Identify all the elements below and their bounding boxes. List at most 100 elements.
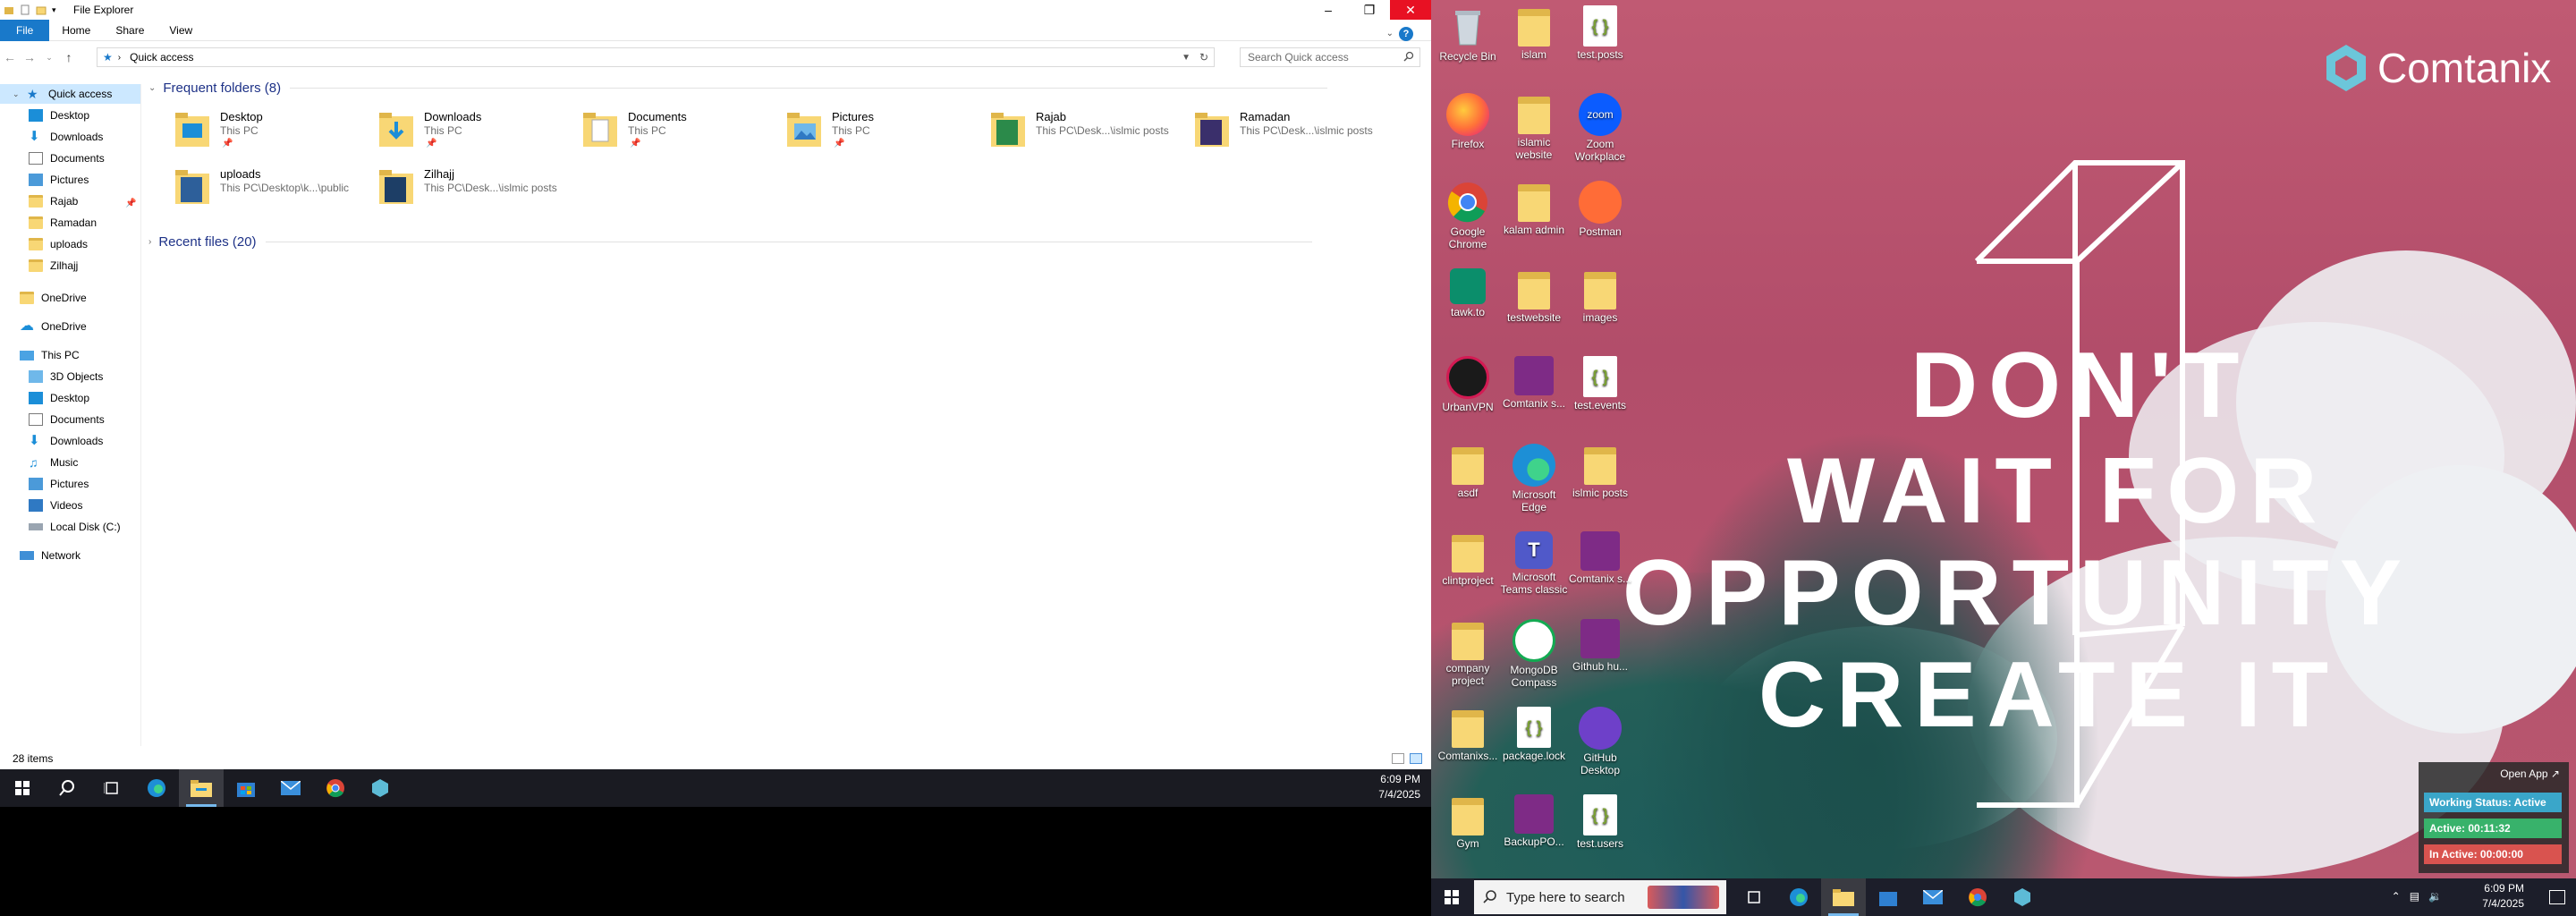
notification-icon[interactable] (2549, 890, 2565, 904)
desktop-icon-islmic-posts[interactable]: islmic posts (1565, 444, 1635, 499)
nav-documents[interactable]: Documents (29, 148, 105, 168)
tab-share[interactable]: Share (103, 20, 157, 41)
folder-tile-uploads[interactable]: uploads This PC\Desktop\k...\public (143, 163, 349, 216)
nav-this-pc[interactable]: This PC (20, 345, 80, 365)
details-view-icon[interactable] (1392, 753, 1404, 764)
desktop-icon-teams[interactable]: T Microsoft Teams classic (1499, 531, 1569, 596)
breadcrumb[interactable]: Quick access (130, 51, 193, 64)
desktop-icon-company-project[interactable]: company project (1433, 619, 1503, 687)
folder-tile-ramadan[interactable]: Ramadan This PC\Desk...\islmic posts (1163, 106, 1373, 159)
desktop-icon-package-lock[interactable]: { } package.lock (1499, 707, 1569, 762)
minimize-button[interactable]: – (1308, 0, 1349, 20)
nav-music[interactable]: ♫ Music (29, 453, 78, 472)
refresh-icon[interactable]: ↻ (1199, 51, 1208, 64)
folder-tile-zilhajj[interactable]: Zilhajj This PC\Desk...\islmic posts (347, 163, 557, 216)
desktop-icon-postman[interactable]: Postman (1565, 181, 1635, 238)
tab-home[interactable]: Home (49, 20, 103, 41)
up-arrow-icon[interactable]: ↑ (59, 50, 79, 64)
tab-file[interactable]: File (0, 19, 50, 41)
folder-icon[interactable] (4, 4, 14, 15)
chrome-icon[interactable] (313, 769, 358, 807)
address-dropdown-icon[interactable]: ▼ (1182, 53, 1191, 63)
folder-tile-pictures[interactable]: Pictures This PC 📌 (755, 106, 956, 159)
desktop-icon-islam[interactable]: islam (1499, 5, 1569, 61)
group-recent-files[interactable]: › Recent files (20) (148, 234, 1312, 250)
recent-locations-icon[interactable]: ⌄ (39, 53, 59, 63)
back-arrow-icon[interactable]: ← (0, 50, 20, 64)
desktop-icon-comtanix-s-1[interactable]: Comtanix s... (1499, 356, 1569, 410)
tab-view[interactable]: View (157, 20, 205, 41)
task-view-icon[interactable] (89, 769, 134, 807)
nav-uploads[interactable]: uploads (29, 234, 88, 254)
new-folder-icon[interactable] (36, 4, 47, 15)
store-icon[interactable] (224, 769, 268, 807)
restore-button[interactable]: ❐ (1349, 0, 1390, 20)
address-bar[interactable]: ★ › Quick access ▼ ↻ (97, 47, 1215, 67)
desktop-icon-images[interactable]: images (1565, 268, 1635, 324)
nav-quick-access[interactable]: ⌄ ★ Quick access (0, 84, 140, 104)
desktop-icon-comtanixs[interactable]: Comtanixs... (1433, 707, 1503, 762)
left-clock[interactable]: 6:09 PM 7/4/2025 (1378, 772, 1420, 802)
properties-icon[interactable] (20, 4, 30, 15)
forward-arrow-icon[interactable]: → (20, 50, 39, 64)
network-icon[interactable]: ▤ (2410, 890, 2419, 903)
nav-rajab[interactable]: Rajab (29, 191, 78, 211)
expand-ribbon-icon[interactable]: ⌄ (1386, 23, 1394, 45)
desktop-icon-islamic-website[interactable]: islamic website (1499, 93, 1569, 161)
desktop-icon-recycle-bin[interactable]: Recycle Bin (1433, 5, 1503, 63)
desktop-icon-tawk[interactable]: tawk.to (1433, 268, 1503, 318)
desktop-icon-test-users[interactable]: { } test.users (1565, 794, 1635, 850)
nav-zilhajj[interactable]: Zilhajj (29, 256, 78, 276)
folder-tile-documents[interactable]: Documents This PC 📌 (551, 106, 752, 159)
nav-videos[interactable]: Videos (29, 496, 82, 515)
search-icon[interactable] (45, 769, 89, 807)
edge-icon[interactable] (134, 769, 179, 807)
task-view-icon[interactable] (1732, 878, 1776, 916)
desktop-icon-asdf[interactable]: asdf (1433, 444, 1503, 499)
search-input[interactable]: Search Quick access (1240, 47, 1420, 67)
folder-tile-desktop[interactable]: Desktop This PC 📌 (143, 106, 344, 159)
folder-tile-downloads[interactable]: Downloads This PC 📌 (347, 106, 548, 159)
chevron-up-icon[interactable]: ⌃ (2392, 890, 2401, 903)
taskbar-clock[interactable]: 6:09 PM 7/4/2025 (2482, 881, 2524, 912)
desktop-icon-backuppo[interactable]: BackupPO... (1499, 794, 1569, 848)
desktop-icon-github-desktop[interactable]: GitHub Desktop (1565, 707, 1635, 776)
nav-ramadan[interactable]: Ramadan (29, 213, 97, 233)
folder-tile-rajab[interactable]: Rajab This PC\Desk...\islmic posts (959, 106, 1169, 159)
desktop-icon-urbanvpn[interactable]: UrbanVPN (1433, 356, 1503, 413)
mail-icon[interactable] (268, 769, 313, 807)
desktop-icon-chrome[interactable]: Google Chrome (1433, 181, 1503, 250)
open-app-link[interactable]: Open App ↗ (2500, 768, 2560, 780)
nav-local-disk[interactable]: Local Disk (C:) (29, 517, 121, 537)
taskbar-search-input[interactable]: Type here to search (1474, 880, 1726, 914)
desktop-icon-mongodb[interactable]: MongoDB Compass (1499, 619, 1569, 689)
volume-icon[interactable]: 🔉 (2428, 890, 2442, 903)
store-icon[interactable] (1866, 878, 1911, 916)
nav-pc-pictures[interactable]: Pictures (29, 474, 89, 494)
desktop-icon-test-events[interactable]: { } test.events (1565, 356, 1635, 411)
nav-network[interactable]: Network (20, 546, 80, 565)
start-button[interactable] (0, 769, 45, 807)
desktop-icon-testwebsite[interactable]: testwebsite (1499, 268, 1569, 324)
edge-icon[interactable] (1776, 878, 1821, 916)
desktop-icon-kalam-admin[interactable]: kalam admin (1499, 181, 1569, 236)
chevron-down-icon[interactable]: ▾ (52, 4, 63, 15)
desktop-icon-firefox[interactable]: Firefox (1433, 93, 1503, 150)
mail-icon[interactable] (1911, 878, 1955, 916)
file-explorer-taskbar-icon[interactable] (1821, 878, 1866, 916)
desktop-icon-zoom[interactable]: zoom Zoom Workplace (1565, 93, 1635, 163)
desktop-icon-microsoft-edge[interactable]: Microsoft Edge (1499, 444, 1569, 513)
nav-pc-downloads[interactable]: ⬇ Downloads (29, 431, 103, 451)
start-button[interactable] (1431, 878, 1472, 916)
desktop-icon-comtanix-s-2[interactable]: Comtanix s... (1565, 531, 1635, 585)
nav-pc-desktop[interactable]: Desktop (29, 388, 89, 408)
nav-pictures[interactable]: Pictures (29, 170, 89, 190)
file-explorer-taskbar-icon[interactable] (179, 769, 224, 807)
large-icons-view-icon[interactable] (1410, 753, 1422, 764)
nav-onedrive-personal[interactable]: OneDrive (20, 288, 87, 308)
desktop-icon-test-posts[interactable]: { } test.posts (1565, 5, 1635, 61)
nav-downloads[interactable]: ⬇ Downloads (29, 127, 103, 147)
desktop-icon-clintproject[interactable]: clintproject (1433, 531, 1503, 587)
nav-pc-documents[interactable]: Documents (29, 410, 105, 429)
app-icon[interactable] (2000, 878, 2045, 916)
